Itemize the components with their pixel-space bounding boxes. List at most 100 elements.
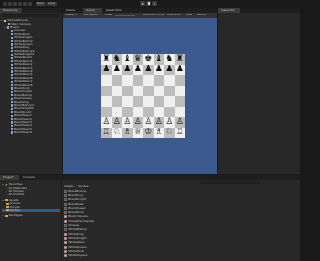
move-tool-button[interactable] bbox=[8, 1, 12, 6]
board-square[interactable] bbox=[174, 75, 185, 86]
board-square[interactable] bbox=[111, 106, 122, 117]
expand-arrow-icon[interactable] bbox=[1, 20, 3, 22]
board-square[interactable]: ♚ bbox=[143, 54, 154, 65]
board-square[interactable] bbox=[101, 75, 112, 86]
board-square[interactable]: ♟ bbox=[111, 64, 122, 75]
board-square[interactable] bbox=[174, 85, 185, 96]
board-square[interactable]: ♙ bbox=[153, 117, 164, 128]
board-square[interactable] bbox=[122, 75, 133, 86]
expand-arrow-icon[interactable] bbox=[2, 214, 4, 217]
breadcrumb-assets[interactable]: Assets bbox=[64, 184, 74, 188]
step-button[interactable] bbox=[152, 1, 157, 6]
tab-inspector[interactable]: Inspector bbox=[218, 8, 240, 13]
board-square[interactable] bbox=[132, 85, 143, 96]
board-square[interactable]: ♙ bbox=[101, 117, 112, 128]
tab-console[interactable]: Console bbox=[20, 175, 39, 180]
board-square[interactable]: ♝ bbox=[122, 54, 133, 65]
play-button[interactable] bbox=[140, 1, 145, 6]
board-square[interactable] bbox=[122, 106, 133, 117]
packages-row[interactable]: Packages bbox=[2, 214, 60, 217]
board-square[interactable]: ♞ bbox=[111, 54, 122, 65]
board-square[interactable] bbox=[153, 85, 164, 96]
board-square[interactable]: ♕ bbox=[132, 127, 143, 138]
project-search[interactable] bbox=[200, 181, 260, 185]
hierarchy-search[interactable] bbox=[2, 14, 60, 18]
gizmos-dropdown[interactable]: Gizmos bbox=[197, 14, 206, 16]
board-square[interactable]: ♙ bbox=[122, 117, 133, 128]
board-square[interactable] bbox=[101, 106, 112, 117]
breadcrumb-sprites[interactable]: Sprites bbox=[78, 184, 88, 188]
board-square[interactable] bbox=[143, 106, 154, 117]
board-square[interactable]: ♜ bbox=[174, 54, 185, 65]
board-square[interactable] bbox=[111, 75, 122, 86]
board-square[interactable] bbox=[164, 106, 175, 117]
board-square[interactable]: ♟ bbox=[101, 64, 112, 75]
project-divider[interactable] bbox=[61, 180, 62, 261]
board-square[interactable] bbox=[132, 75, 143, 86]
board-square[interactable] bbox=[122, 85, 133, 96]
chess-board[interactable]: ♜ ♞ ♝ ♛ ♚ ♝ ♞ ♜ ♟ ♟ ♟ ♟ ♟ ♟ ♟ ♟ ♙ ♙ ♙ ♙ ♙ ♙ ♙ ♙ ♖ ♘ ♗ ♕ ♔ ♗ ♘ ♖ bbox=[101, 54, 185, 138]
mute-audio-toggle[interactable]: Mute Audio bbox=[167, 14, 181, 16]
asset-item-whitesquare[interactable]: WhiteSquare bbox=[64, 253, 184, 258]
pivot-toggle[interactable]: Pivot bbox=[36, 1, 46, 6]
rotate-tool-button[interactable] bbox=[13, 1, 17, 6]
board-square[interactable] bbox=[174, 96, 185, 107]
folder-item-sprites[interactable]: Sprites bbox=[2, 208, 60, 213]
board-square[interactable]: ♙ bbox=[174, 117, 185, 128]
board-square[interactable]: ♟ bbox=[143, 64, 154, 75]
board-square[interactable] bbox=[101, 96, 112, 107]
board-square[interactable]: ♟ bbox=[164, 64, 175, 75]
board-square[interactable]: ♘ bbox=[111, 127, 122, 138]
board-square[interactable] bbox=[111, 96, 122, 107]
transform-tool-button[interactable] bbox=[28, 1, 32, 6]
board-square[interactable]: ♞ bbox=[164, 54, 175, 65]
board-square[interactable]: ♗ bbox=[122, 127, 133, 138]
board-square[interactable]: ♟ bbox=[132, 64, 143, 75]
pause-button[interactable] bbox=[146, 1, 151, 6]
hand-tool-button[interactable] bbox=[3, 1, 7, 6]
board-square[interactable]: ♙ bbox=[143, 117, 154, 128]
stats-toggle[interactable]: Stats bbox=[186, 14, 192, 16]
rect-tool-button[interactable] bbox=[23, 1, 27, 6]
board-square[interactable] bbox=[132, 106, 143, 117]
board-square[interactable] bbox=[153, 96, 164, 107]
hierarchy-item-blackpawn6[interactable]: BlackPawn6 bbox=[1, 131, 62, 134]
tab-hierarchy[interactable]: Hierarchy bbox=[0, 8, 22, 13]
expand-arrow-icon[interactable] bbox=[2, 184, 4, 186]
local-toggle[interactable]: Local bbox=[47, 1, 57, 6]
board-square[interactable]: ♘ bbox=[164, 127, 175, 138]
board-square[interactable]: ♝ bbox=[153, 54, 164, 65]
scale-tool-button[interactable] bbox=[18, 1, 22, 6]
display-dropdown[interactable]: Display 1 bbox=[65, 14, 77, 17]
board-square[interactable] bbox=[164, 75, 175, 86]
board-square[interactable]: ♛ bbox=[132, 54, 143, 65]
board-square[interactable] bbox=[132, 96, 143, 107]
maximize-on-play-toggle[interactable]: Maximize On Play bbox=[143, 14, 164, 16]
board-square[interactable] bbox=[153, 75, 164, 86]
board-square[interactable]: ♙ bbox=[111, 117, 122, 128]
board-square[interactable]: ♗ bbox=[153, 127, 164, 138]
expand-arrow-icon[interactable] bbox=[2, 199, 4, 201]
board-square[interactable]: ♖ bbox=[101, 127, 112, 138]
board-square[interactable] bbox=[101, 85, 112, 96]
board-square[interactable] bbox=[111, 85, 122, 96]
board-square[interactable]: ♟ bbox=[153, 64, 164, 75]
board-square[interactable] bbox=[174, 106, 185, 117]
board-square[interactable]: ♟ bbox=[174, 64, 185, 75]
board-square[interactable] bbox=[153, 106, 164, 117]
board-square[interactable]: ♔ bbox=[143, 127, 154, 138]
board-square[interactable]: ♙ bbox=[164, 117, 175, 128]
expand-arrow-icon[interactable] bbox=[4, 26, 6, 28]
scale-slider[interactable] bbox=[115, 15, 135, 16]
board-square[interactable]: ♖ bbox=[174, 127, 185, 138]
board-square[interactable] bbox=[143, 96, 154, 107]
board-square[interactable] bbox=[122, 96, 133, 107]
aspect-dropdown[interactable]: Free Aspect bbox=[83, 14, 98, 17]
board-square[interactable] bbox=[164, 85, 175, 96]
tab-project[interactable]: Project bbox=[0, 175, 19, 180]
board-square[interactable]: ♜ bbox=[101, 54, 112, 65]
board-square[interactable]: ♟ bbox=[122, 64, 133, 75]
board-square[interactable]: ♙ bbox=[132, 117, 143, 128]
favorites-item-all-prefabs[interactable]: ⌕ All Prefabs bbox=[2, 193, 60, 197]
board-square[interactable] bbox=[143, 75, 154, 86]
